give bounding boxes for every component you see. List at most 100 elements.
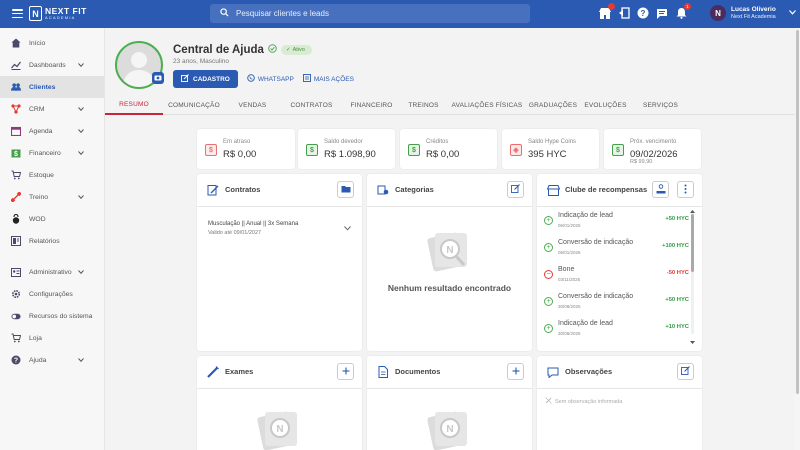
scroll-up-icon[interactable] [690,208,695,215]
list-item[interactable]: + Conversão de indicação 06/01/2026 +100 HY… [544,237,689,264]
observacoes-panel: Observações Sem observação informada [537,356,702,450]
contract-name: Musculação || Anual || 3x Semana [208,221,299,227]
search-box[interactable] [210,4,530,23]
empty-message: Nenhum resultado encontrado [387,283,512,293]
report-icon [11,236,21,246]
chat-icon[interactable] [655,6,669,20]
menu-icon[interactable] [12,9,23,18]
user-company: Next Fit Academia [731,13,776,20]
tab-financeiro[interactable]: FINANCEIRO [343,95,400,115]
search-input[interactable] [236,9,516,18]
brand-logo[interactable]: N NEXT FIT ACADEMIA [29,6,87,21]
avatar: N [710,5,726,21]
tab-vendas[interactable]: VENDAS [225,95,280,115]
svg-text:N: N [446,245,453,256]
sidebar-item-crm[interactable]: CRM [0,98,104,120]
page-scrollbar-thumb[interactable] [796,30,799,394]
money-icon: $ [612,144,624,156]
summary-label: Saldo devedor [324,139,363,145]
open-folder-button[interactable] [337,181,354,198]
reward-title: Conversão de indicação [558,239,634,246]
empty-state-icon: N [255,406,305,450]
add-exame-button[interactable] [337,363,354,380]
chevron-down-icon[interactable] [78,194,84,201]
sidebar-item-in-cio[interactable]: Início [0,32,104,54]
chevron-down-icon[interactable] [78,62,84,69]
sidebar-item-label: Dashboards [29,61,66,69]
scroll-down-icon[interactable] [690,339,695,346]
sidebar-item-clientes[interactable]: Clientes [0,76,104,98]
reward-date: 06/01/2026 [558,223,581,228]
documentos-panel: Documentos N [367,356,532,450]
page-scrollbar[interactable] [795,28,800,450]
sidebar-item-treino[interactable]: Treino [0,186,104,208]
comment-icon [546,365,560,379]
sidebar-item-loja[interactable]: Loja [0,327,104,349]
profile-name: Central de Ajuda [173,44,264,56]
summary-value: R$ 0,00 [223,149,257,160]
minus-circle-icon: − [544,270,553,279]
tab-servi-os[interactable]: SERVIÇOS [632,95,689,115]
list-item[interactable]: − Bone 03/11/2025 -50 HYC [544,264,689,291]
help-icon[interactable]: ? [636,6,650,20]
chevron-down-icon[interactable] [344,226,351,233]
chevron-down-icon[interactable] [788,9,796,17]
chevron-down-icon[interactable] [78,150,84,157]
list-item[interactable]: + Conversão de indicação 30/08/2025 +50 HYC [544,291,689,318]
sidebar-item-wod[interactable]: WOD [0,208,104,230]
more-actions-button[interactable]: MAIS AÇÕES [302,74,354,84]
tab-treinos[interactable]: TREINOS [400,95,447,115]
reward-points: +10 HYC [665,324,689,330]
chevron-down-icon[interactable] [78,106,84,113]
reward-date: 06/01/2026 [558,250,581,255]
chevron-down-icon[interactable] [78,128,84,135]
sidebar-item-recursos-do-sistema[interactable]: Recursos do sistema [0,305,104,327]
money-icon: $ [11,148,21,158]
sidebar-item-administrativo[interactable]: Administrativo [0,261,104,283]
sidebar-item-configura-es[interactable]: Configurações [0,283,104,305]
tab-contratos[interactable]: CONTRATOS [280,95,343,115]
divider [537,206,702,207]
tab-avalia-es-f-sicas[interactable]: AVALIAÇÕES FÍSICAS [447,95,527,115]
sidebar-item-label: CRM [29,105,45,113]
summary-label: Saldo Hype Coins [528,139,577,145]
cadastro-button[interactable]: CADASTRO [173,70,238,88]
tab-resumo[interactable]: RESUMO [105,95,163,115]
categorias-panel: Categorias N Nenhum resultado encontrado [367,174,532,351]
store-icon[interactable] [598,3,615,20]
sidebar-item-relat-rios[interactable]: Relatórios [0,230,104,252]
svg-text:?: ? [14,358,18,365]
summary-value: R$ 0,00 [426,149,460,160]
bell-icon[interactable]: 1 [674,3,691,20]
sidebar-item-agenda[interactable]: Agenda [0,120,104,142]
more-options-button[interactable] [677,181,694,198]
sidebar-item-dashboards[interactable]: Dashboards [0,54,104,76]
status-badge: ✓ Ativo [280,45,312,55]
list-item[interactable]: + Indicação de lead 30/08/2025 +10 HYC [544,318,689,345]
user-menu[interactable]: N Lucas Oliverio Next Fit Academia [710,5,796,21]
tab-comunica-o[interactable]: COMUNICAÇÃO [163,95,225,115]
scrollbar-thumb[interactable] [691,214,694,272]
whatsapp-button[interactable]: WHATSAPP [247,74,294,84]
edit-categorias-button[interactable] [507,181,524,198]
list-item[interactable]: + Indicação de lead 06/01/2026 +50 HYC [544,210,689,237]
tab-evolu-es[interactable]: EVOLUÇÕES [579,95,632,115]
add-documento-button[interactable] [507,363,524,380]
chart-line-icon [11,60,21,70]
observacoes-empty-label: Sem observação informada [555,398,623,405]
tab-gradua-es[interactable]: GRADUAÇÕES [527,95,579,115]
plus-circle-icon: + [544,297,553,306]
notification-badge: 1 [684,3,691,10]
redeem-button[interactable] [652,181,669,198]
sidebar-item-estoque[interactable]: Estoque [0,164,104,186]
sidebar-item-ajuda[interactable]: ? Ajuda [0,349,104,371]
summary-card: $ Saldo devedor R$ 1.098,90 [298,129,395,169]
sidebar-item-financeiro[interactable]: $ Financeiro [0,142,104,164]
sidebar: Início Dashboards Clientes CRM Agenda $ Financ… [0,28,105,450]
camera-button[interactable] [152,72,164,84]
sidebar-item-label: Administrativo [29,268,72,276]
edit-observacoes-button[interactable] [677,363,694,380]
exit-door-icon[interactable] [617,6,631,20]
chevron-down-icon[interactable] [78,357,84,364]
chevron-down-icon[interactable] [78,269,84,276]
